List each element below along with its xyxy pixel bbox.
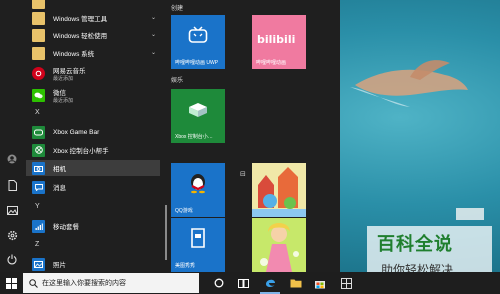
app-wechat[interactable]: 微信 最近添加 [32,86,160,104]
store-bag-icon [315,280,325,288]
app-mobile-plans[interactable]: 移动套餐 [32,218,160,234]
tile-label: Xbox 控制台小… [175,134,213,140]
tile-game-castle[interactable] [252,163,306,217]
tile-xbox[interactable]: Xbox 控制台小… [171,89,225,143]
princess-game-image [252,218,306,272]
app-label: 相机 [53,166,66,173]
app-messaging[interactable]: 消息 [32,179,160,195]
pictures-icon[interactable] [5,203,19,217]
tile-game-princess[interactable] [252,218,306,272]
folder-windows-ease-of-access[interactable]: Windows 轻松使用 ⌄ [32,27,160,43]
tile-group-title-entertainment[interactable]: 娱乐 [171,75,183,84]
tile-label: 美图秀秀 [175,263,196,269]
folder-windows-system[interactable]: Windows 系统 ⌄ [32,45,160,61]
start-button[interactable] [0,272,22,294]
app-label: Xbox 控制台小帮手 [53,148,109,155]
user-icon[interactable] [5,152,19,166]
taskbar-edge[interactable] [260,272,280,294]
section-letter-x[interactable]: X [35,109,40,116]
task-view-icon [237,278,249,288]
folder-icon [32,28,45,42]
netease-music-icon [32,66,45,80]
tile-meitu[interactable]: 美图秀秀 [171,218,225,272]
app-list: Windows 管理工具 ⌄ Windows 轻松使用 ⌄ Windows 系统… [26,0,162,272]
app-list-scrollbar[interactable] [165,205,167,260]
tile-label: QQ游戏 [175,208,193,214]
taskbar: 在这里输入你要搜索的内容 [0,272,500,294]
app-grid-icon [340,277,352,289]
taskbar-store[interactable] [310,272,330,294]
app-label: 网易云音乐 [53,67,86,75]
tile-group-title-create[interactable]: 创建 [171,3,183,12]
tile-qq-game[interactable]: QQ游戏 [171,163,225,217]
cortana-circle-icon [214,278,224,288]
swimmer-image [350,60,468,107]
taskbar-search-box[interactable]: 在这里输入你要搜索的内容 [23,273,199,293]
tile-bilibili[interactable]: bilibili 哔哩哔哩动画 [252,15,306,69]
wechat-icon [32,88,45,102]
app-camera[interactable]: 相机 [26,160,160,176]
tile-label: 哔哩哔哩动画 [256,60,287,66]
task-view-button[interactable] [234,272,252,294]
xbox-icon [32,143,45,157]
search-icon [29,278,38,288]
camera-icon [32,161,45,175]
chevron-down-icon: ⌄ [150,32,156,38]
folder-label: Windows 系统 [53,51,95,58]
windows-logo-icon [5,277,17,289]
bilibili-logo-text: bilibili [257,33,296,46]
folder-label: Windows 管理工具 [53,16,108,23]
taskbar-app-grid[interactable] [336,272,356,294]
castle-game-image [252,163,306,217]
tile-bilibili-uwp[interactable]: 哔哩哔哩动画 UWP [171,15,225,69]
brand-title: 百科全说 [377,234,453,255]
power-icon[interactable] [5,252,19,266]
folder-windows-admin-tools[interactable]: Windows 管理工具 ⌄ [32,10,160,26]
signal-icon [32,219,45,233]
app-xbox-console-companion[interactable]: Xbox 控制台小帮手 [32,142,160,158]
meitu-icon [191,228,205,248]
settings-icon[interactable] [5,228,19,242]
section-letter-z[interactable]: Z [35,241,39,248]
folder-row-partial[interactable] [32,0,160,10]
qq-penguin-icon [191,174,205,194]
photos-icon [32,257,45,271]
folder-icon [290,279,302,288]
xbox-console-icon [189,103,207,117]
taskbar-file-explorer[interactable] [286,272,306,294]
app-label: 移动套餐 [53,224,79,231]
app-label: Xbox Game Bar [53,128,100,136]
watermark-box [456,208,484,220]
documents-icon[interactable] [5,178,19,192]
app-label: 照片 [53,262,66,269]
folder-icon [32,46,45,60]
app-netease-music[interactable]: 网易云音乐 最近添加 [32,64,160,82]
edge-browser-icon [265,279,275,287]
tile-label: 哔哩哔哩动画 UWP [175,60,219,66]
folder-label: Windows 轻松使用 [53,33,108,40]
bilibili-tv-icon [188,26,208,43]
section-letter-y[interactable]: Y [35,203,40,210]
app-photos[interactable]: 照片 [32,256,160,272]
search-input[interactable]: 在这里输入你要搜索的内容 [42,278,126,288]
app-label: 消息 [53,185,66,192]
xbox-game-bar-icon [32,125,45,139]
folder-icon [32,11,45,25]
app-xbox-game-bar[interactable]: Xbox Game Bar [32,124,160,140]
start-menu: Windows 管理工具 ⌄ Windows 轻松使用 ⌄ Windows 系统… [0,0,340,272]
folder-icon [32,0,45,9]
chevron-down-icon: ⌄ [150,50,156,56]
app-sublabel: 最近添加 [53,97,74,104]
chevron-down-icon: ⌄ [150,15,156,21]
app-label: 微信 [53,89,66,97]
start-rail [0,0,24,272]
tile-edit-icon[interactable]: ⊟ [240,170,246,178]
cortana-button[interactable] [210,272,228,294]
app-sublabel: 最近添加 [53,75,74,82]
message-icon [32,180,45,194]
